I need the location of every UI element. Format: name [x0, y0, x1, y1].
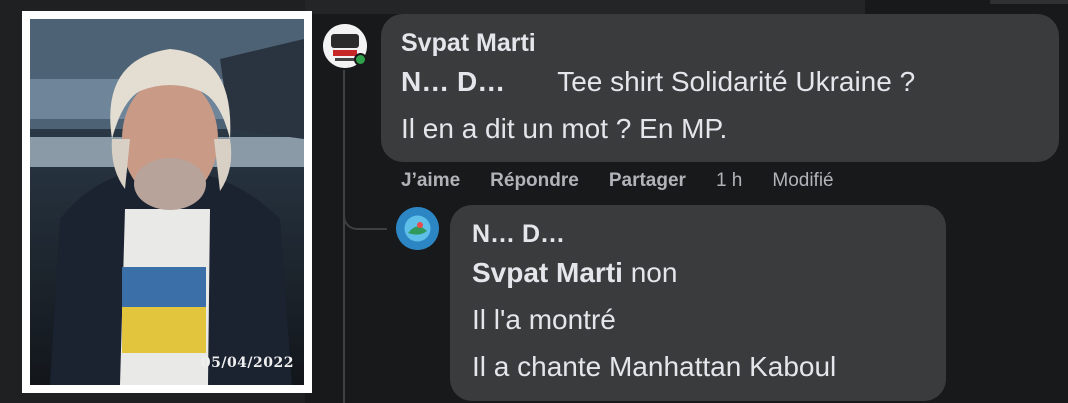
photo-date-stamp: 05/04/2022: [200, 355, 294, 371]
reply-author[interactable]: N… D…: [472, 219, 924, 249]
reply-text-2: Il l'a montré: [472, 304, 616, 335]
reply-text-3: Il a chante Manhattan Kaboul: [472, 351, 837, 382]
reply-bubble: N… D… Svpat Marti non Il l'a montré Il a…: [450, 205, 946, 401]
edited-label: Modifié: [772, 170, 834, 191]
photo-frame: 05/04/2022: [22, 11, 312, 393]
mention-tag[interactable]: Svpat Marti: [472, 257, 623, 288]
reply-button[interactable]: Répondre: [490, 170, 579, 192]
thread-line: [343, 70, 345, 403]
photo-illustration: [30, 19, 304, 385]
top-right-strip: [990, 0, 1068, 4]
reply-text-1: non: [630, 257, 678, 288]
reply-line-1: Svpat Marti non: [472, 249, 924, 296]
top-strip: [305, 0, 865, 14]
comment-line-1: N… D… Tee shirt Solidarité Ukraine ?: [401, 58, 1039, 105]
comment-text-2: Il en a dit un mot ? En MP.: [401, 113, 728, 144]
mention-tag[interactable]: N… D…: [401, 66, 505, 97]
comment-bubble: Svpat Marti N… D… Tee shirt Solidarité Uk…: [381, 14, 1059, 162]
comment-text-1: Tee shirt Solidarité Ukraine ?: [557, 66, 916, 97]
online-status-icon: [354, 53, 367, 66]
avatar[interactable]: [396, 207, 439, 250]
timestamp[interactable]: 1 h: [716, 170, 742, 192]
comment-actions: J’aime Répondre Partager 1 h Modifié: [401, 168, 864, 194]
like-button[interactable]: J’aime: [401, 170, 460, 192]
thread-connector: [343, 196, 387, 230]
comment-author[interactable]: Svpat Marti: [401, 28, 1039, 58]
profile-picture: [396, 207, 439, 250]
photo: 05/04/2022: [30, 19, 304, 385]
share-button[interactable]: Partager: [609, 170, 686, 192]
